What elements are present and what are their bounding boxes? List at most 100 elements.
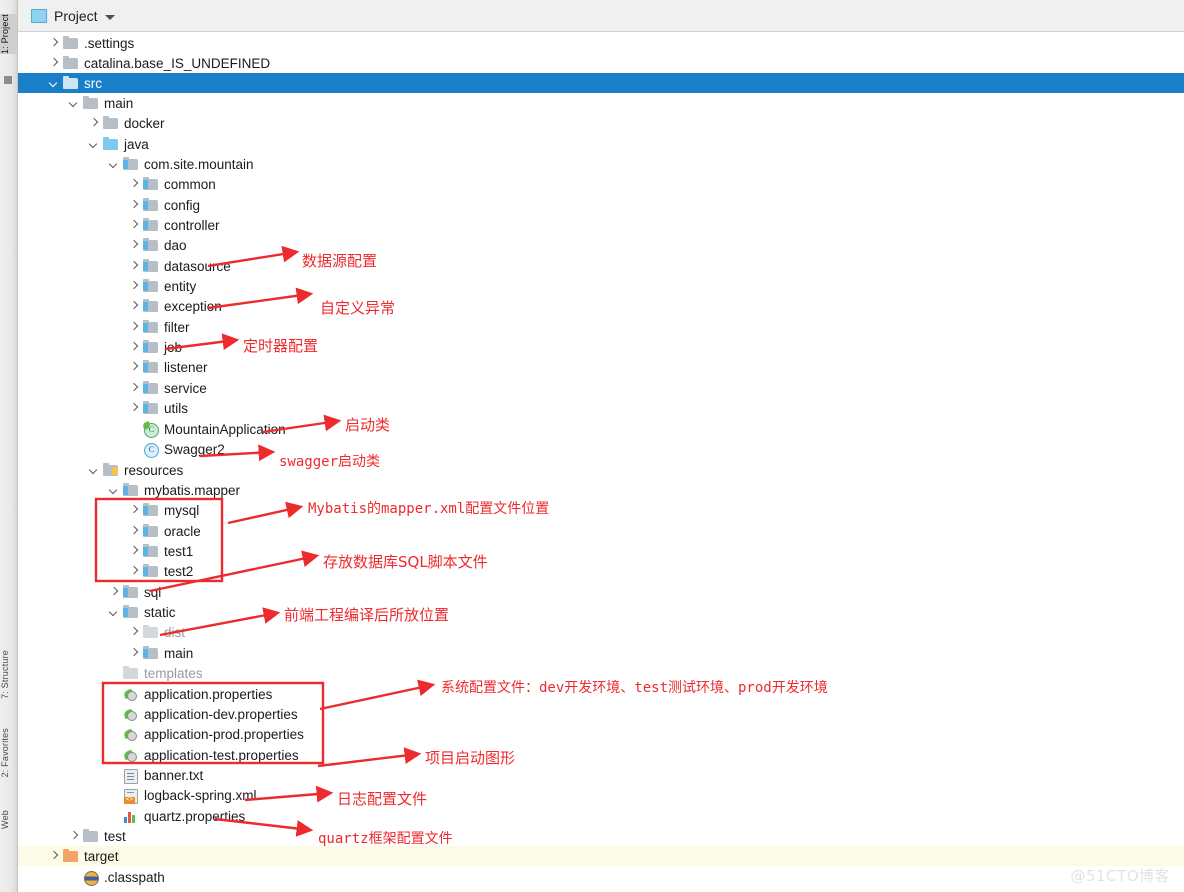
spring-properties-file-icon <box>122 707 139 722</box>
tree-row[interactable]: application-prod.properties <box>17 724 1184 744</box>
tree-row[interactable]: C MountainApplication <box>17 419 1184 439</box>
tree-row[interactable]: .classpath <box>17 867 1184 887</box>
tree-row[interactable]: banner.txt <box>17 765 1184 785</box>
chevron-down-icon[interactable] <box>89 139 100 150</box>
tree-row[interactable]: exception <box>17 296 1184 316</box>
chevron-down-icon[interactable] <box>109 607 120 618</box>
tree-row-label: logback-spring.xml <box>144 787 257 803</box>
tree-row[interactable]: oracle <box>17 521 1184 541</box>
chevron-right-icon[interactable] <box>69 831 80 842</box>
tree-row[interactable]: dao <box>17 235 1184 255</box>
tree-row[interactable]: main <box>17 93 1184 113</box>
tree-row[interactable]: application-test.properties <box>17 745 1184 765</box>
chevron-down-icon[interactable] <box>69 98 80 109</box>
classpath-file-icon <box>83 870 99 886</box>
tree-row[interactable]: test <box>17 826 1184 846</box>
chevron-right-icon[interactable] <box>129 179 140 190</box>
tree-row[interactable]: common <box>17 174 1184 194</box>
chevron-right-icon[interactable] <box>129 281 140 292</box>
chevron-right-icon[interactable] <box>129 627 140 638</box>
tree-row[interactable]: application-dev.properties <box>17 704 1184 724</box>
tree-row[interactable]: utils <box>17 398 1184 418</box>
tree-row[interactable]: target <box>17 846 1184 866</box>
tree-row[interactable]: quartz.properties <box>17 806 1184 826</box>
folder-dim-icon <box>143 624 159 639</box>
tree-row[interactable]: mybatis.mapper <box>17 480 1184 500</box>
tool-tab-web[interactable]: Web <box>0 810 17 829</box>
tree-row[interactable]: java <box>17 134 1184 154</box>
chevron-right-icon[interactable] <box>129 526 140 537</box>
tree-row[interactable]: job <box>17 337 1184 357</box>
chevron-down-icon[interactable] <box>89 465 100 476</box>
chevron-right-icon[interactable] <box>129 322 140 333</box>
package-badge <box>143 241 148 250</box>
tree-row[interactable]: controller <box>17 215 1184 235</box>
tree-row-label: test <box>104 828 126 844</box>
chevron-right-icon[interactable] <box>129 648 140 659</box>
chevron-right-icon[interactable] <box>129 261 140 272</box>
chevron-right-icon[interactable] <box>129 220 140 231</box>
chevron-right-icon[interactable] <box>129 342 140 353</box>
tree-row[interactable]: config <box>17 195 1184 215</box>
tree-row[interactable]: docker <box>17 113 1184 133</box>
tool-tab-1-project[interactable]: 1: Project <box>0 14 17 55</box>
chevron-right-icon[interactable] <box>49 38 60 49</box>
chevron-right-icon[interactable] <box>129 546 140 557</box>
xml-file-icon: <> <box>123 788 139 804</box>
chevron-right-icon[interactable] <box>129 301 140 312</box>
tree-row[interactable]: sql <box>17 582 1184 602</box>
package-badge <box>143 506 148 515</box>
tree-row[interactable]: resources <box>17 460 1184 480</box>
tree-row[interactable]: com.site.mountain <box>17 154 1184 174</box>
tool-tab-2-favorites[interactable]: 2: Favorites <box>0 728 17 777</box>
tree-row[interactable]: filter <box>17 317 1184 337</box>
spring-properties-file-icon <box>122 727 139 742</box>
tree-row-label: .classpath <box>104 869 165 885</box>
tree-row[interactable]: .settings <box>17 33 1184 53</box>
chevron-right-icon[interactable] <box>49 58 60 69</box>
tree-row[interactable]: datasource <box>17 256 1184 276</box>
tree-row[interactable]: test1 <box>17 541 1184 561</box>
tree-row-label: application-dev.properties <box>144 706 298 722</box>
tree-row-label: utils <box>164 400 189 416</box>
tree-row[interactable]: static <box>17 602 1184 622</box>
chevron-right-icon[interactable] <box>129 200 140 211</box>
chevron-right-icon[interactable] <box>109 587 120 598</box>
tree-row[interactable]: entity <box>17 276 1184 296</box>
chevron-right-icon[interactable] <box>129 505 140 516</box>
tree-row-label: controller <box>164 217 220 233</box>
chevron-down-icon[interactable] <box>109 485 120 496</box>
tree-row[interactable]: application.properties <box>17 684 1184 704</box>
chevron-right-icon[interactable] <box>129 566 140 577</box>
tree-row[interactable]: src <box>17 73 1184 93</box>
tool-tab-7-structure[interactable]: 7: Structure <box>0 650 17 699</box>
tree-row-label: application-prod.properties <box>144 726 304 742</box>
tree-row[interactable]: <> logback-spring.xml <box>17 785 1184 805</box>
tree-row[interactable]: service <box>17 378 1184 398</box>
chevron-right-icon[interactable] <box>129 362 140 373</box>
tree-row[interactable]: test2 <box>17 561 1184 581</box>
project-tree[interactable]: .settings catalina.base_IS_UNDEFINED src ma… <box>17 31 1184 892</box>
chevron-down-icon[interactable] <box>49 78 60 89</box>
package-badge <box>143 649 148 658</box>
package-badge <box>123 588 128 597</box>
chevron-down-icon[interactable] <box>109 159 120 170</box>
folder-icon <box>83 95 99 110</box>
folder-orange-icon <box>63 848 79 863</box>
chevron-right-icon[interactable] <box>129 240 140 251</box>
chevron-right-icon[interactable] <box>49 851 60 862</box>
no-toggle <box>109 709 120 720</box>
tree-row[interactable]: dist <box>17 622 1184 642</box>
tree-row-label: test1 <box>164 543 194 559</box>
chevron-right-icon[interactable] <box>129 383 140 394</box>
tree-row[interactable]: catalina.base_IS_UNDEFINED <box>17 53 1184 73</box>
tree-row[interactable]: mysql <box>17 500 1184 520</box>
tree-row[interactable]: main <box>17 643 1184 663</box>
chevron-right-icon[interactable] <box>129 403 140 414</box>
chevron-right-icon[interactable] <box>89 118 100 129</box>
tree-row[interactable]: templates <box>17 663 1184 683</box>
tree-row[interactable]: listener <box>17 357 1184 377</box>
chevron-down-icon[interactable] <box>104 14 115 20</box>
folder-package-icon <box>143 359 159 374</box>
tree-row[interactable]: C Swagger2 <box>17 439 1184 459</box>
